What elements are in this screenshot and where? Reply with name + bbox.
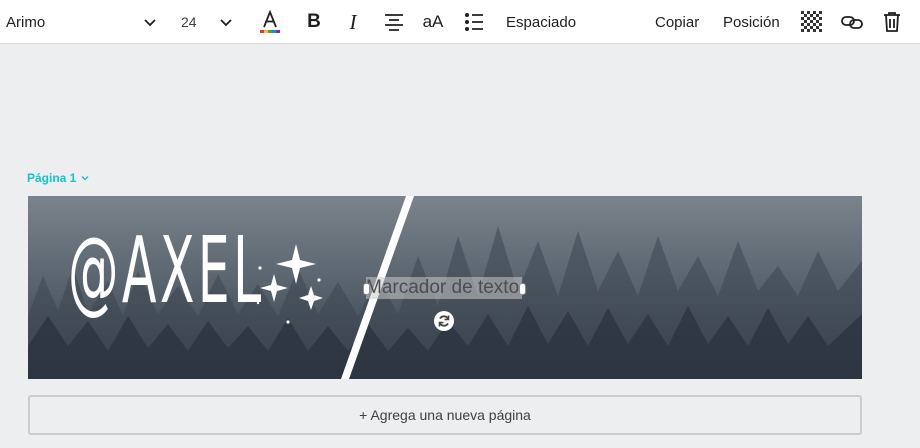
sparkles-icon <box>256 244 323 324</box>
link-icon <box>841 16 863 29</box>
text-color-button[interactable] <box>256 8 284 36</box>
align-button[interactable] <box>380 8 408 36</box>
placeholder-text-field[interactable]: Marcador de texto <box>366 277 522 299</box>
add-page-button[interactable]: + Agrega una nueva página <box>28 395 862 435</box>
delete-button[interactable] <box>878 8 906 36</box>
logo-text[interactable]: @AXEL <box>68 216 265 326</box>
position-button[interactable]: Posición <box>723 0 780 44</box>
font-size-value: 24 <box>181 14 197 30</box>
letter-case-button[interactable]: aA <box>419 8 447 36</box>
position-label: Posición <box>723 13 780 31</box>
italic-icon: I <box>349 9 357 34</box>
list-button[interactable] <box>460 8 488 36</box>
font-family-select[interactable]: Arimo <box>6 0 45 44</box>
font-family-chevron-icon[interactable] <box>140 12 160 32</box>
font-family-value: Arimo <box>6 13 46 31</box>
bold-icon: B <box>307 11 321 32</box>
bold-button[interactable]: B <box>300 8 328 36</box>
letter-case-icon: aA <box>422 12 444 31</box>
font-size-chevron-icon[interactable] <box>216 12 236 32</box>
trash-icon <box>884 12 900 32</box>
page-selector[interactable]: Página 1 <box>27 171 90 185</box>
italic-button[interactable]: I <box>339 8 367 36</box>
design-canvas[interactable]: @AXEL Marcador de texto <box>28 196 862 379</box>
font-size-select[interactable]: 24 <box>181 0 197 44</box>
spacing-label: Espaciado <box>506 13 577 31</box>
chevron-down-icon <box>81 176 89 181</box>
transparency-button[interactable] <box>798 8 826 36</box>
add-page-label: + Agrega una nueva página <box>359 407 531 423</box>
rotate-handle[interactable] <box>434 311 454 331</box>
spacing-button[interactable]: Espaciado <box>506 0 576 44</box>
copy-button[interactable]: Copiar <box>655 0 699 44</box>
resize-handle-right[interactable] <box>519 283 526 295</box>
transparency-checker-icon <box>801 11 823 33</box>
bullet-list-icon <box>465 13 483 31</box>
text-toolbar: Arimo 24 B I aA Espaciado Copiar Posició… <box>0 0 920 44</box>
copy-label: Copiar <box>655 13 700 31</box>
page-label: Página 1 <box>27 171 77 185</box>
resize-handle-left[interactable] <box>363 283 370 295</box>
text-color-icon <box>260 9 280 33</box>
align-center-icon <box>385 14 403 31</box>
rotate-icon <box>438 315 450 327</box>
link-button[interactable] <box>838 8 866 36</box>
